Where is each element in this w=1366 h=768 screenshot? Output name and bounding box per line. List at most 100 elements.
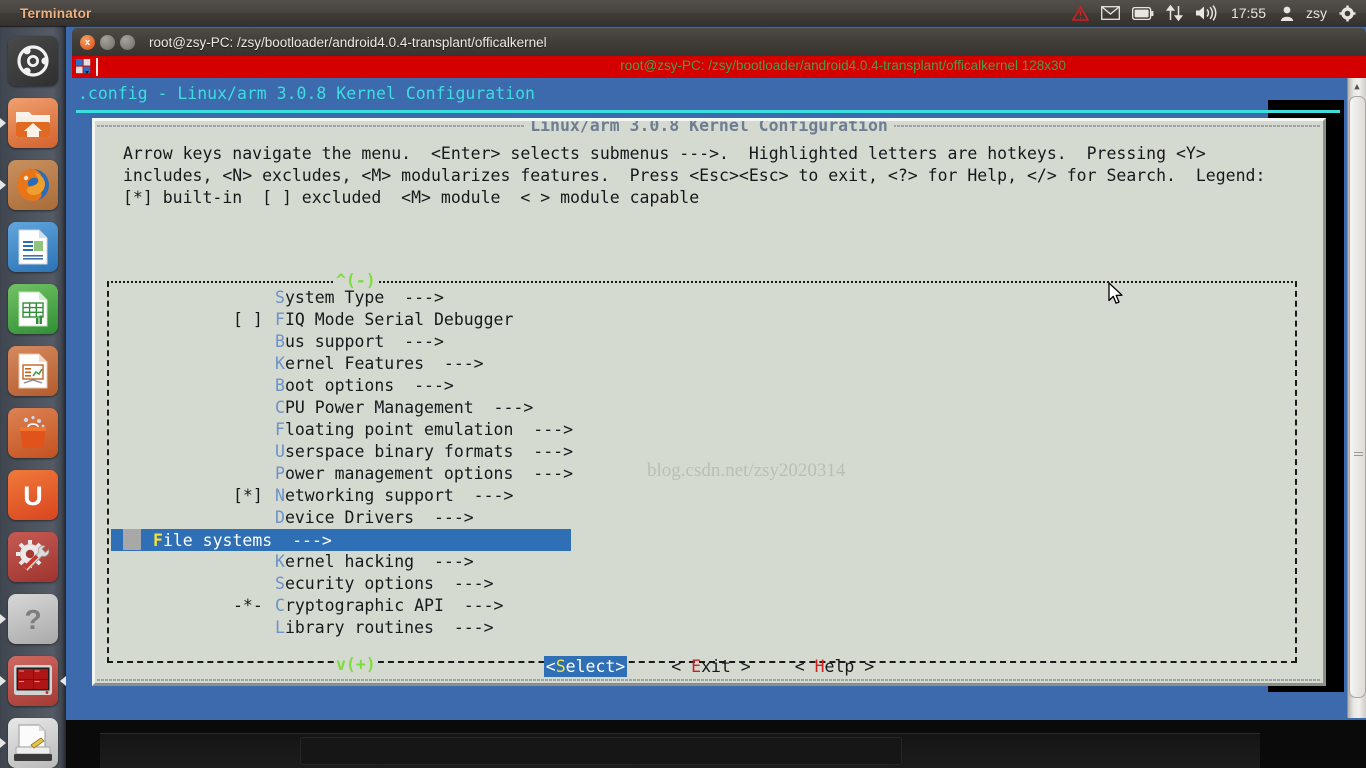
launcher-item-libreoffice-calc[interactable] bbox=[0, 278, 66, 340]
document-icon bbox=[8, 222, 58, 272]
username-label[interactable]: zsy bbox=[1306, 5, 1327, 21]
menu-item[interactable]: Floating point emulation ---> bbox=[111, 419, 1291, 441]
scrollbar-grip bbox=[1354, 452, 1363, 458]
menu-item-label: ryptographic API ---> bbox=[284, 596, 504, 615]
terminal-scrollbar[interactable]: ▲ bbox=[1347, 78, 1366, 718]
battery-icon[interactable] bbox=[1131, 3, 1154, 23]
menu-item[interactable]: Kernel Features ---> bbox=[111, 353, 1291, 375]
menu-item[interactable]: Library routines ---> bbox=[111, 617, 1291, 639]
menu-item-label: evice Drivers ---> bbox=[284, 508, 474, 527]
scrollbar-thumb[interactable] bbox=[1349, 96, 1366, 698]
terminal-tab-icon[interactable] bbox=[72, 59, 94, 75]
launcher-item-help[interactable]: ? bbox=[0, 588, 66, 650]
terminal-tab-label[interactable]: root@zsy-PC: /zsy/bootloader/android4.0.… bbox=[620, 58, 1066, 73]
firefox-icon bbox=[8, 160, 58, 210]
dialog-bottom-border bbox=[97, 679, 1321, 681]
dialog-buttons: <Select> < Exit > < Help > bbox=[95, 656, 1323, 677]
menu-item-hotkey: K bbox=[275, 354, 285, 373]
running-indicator bbox=[0, 676, 6, 686]
menu-item-hotkey: K bbox=[275, 552, 285, 571]
window-titlebar[interactable]: x root@zsy-PC: /zsy/bootloader/android4.… bbox=[72, 28, 1366, 56]
launcher-item-firefox[interactable] bbox=[0, 154, 66, 216]
menu-item[interactable]: Bus support ---> bbox=[111, 331, 1291, 353]
menu-item[interactable]: System Type ---> bbox=[111, 287, 1291, 309]
launcher-item-dash-home[interactable] bbox=[0, 30, 66, 92]
menu-item[interactable]: Kernel hacking ---> bbox=[111, 551, 1291, 573]
top-panel: Terminator 17:55 zsy bbox=[0, 0, 1366, 26]
close-button[interactable]: x bbox=[80, 34, 95, 50]
gear-wrench-icon bbox=[8, 532, 58, 582]
launcher-item-ubuntu-one[interactable]: U bbox=[0, 464, 66, 526]
menu-item-label: PU Power Management ---> bbox=[284, 398, 534, 417]
dialog-title: Linux/arm 3.0.8 Kernel Configuration bbox=[95, 121, 1323, 135]
menu-item-label: ower management options ---> bbox=[284, 464, 574, 483]
menu-item-label: IQ Mode Serial Debugger bbox=[284, 310, 514, 329]
button-hotkey: E bbox=[691, 657, 702, 676]
menu-item-label: oot options ---> bbox=[284, 376, 454, 395]
ime-toolbar[interactable] bbox=[100, 733, 1260, 768]
network-updown-icon[interactable] bbox=[1165, 3, 1183, 23]
maximize-button[interactable] bbox=[120, 34, 135, 50]
button-hotkey: H bbox=[814, 657, 825, 676]
menu-item[interactable]: [ ] FIQ Mode Serial Debugger bbox=[111, 309, 1291, 331]
menu-item-label: ibrary routines ---> bbox=[284, 618, 494, 637]
launcher-item-terminator[interactable] bbox=[0, 650, 66, 712]
menuconfig-help-text: Arrow keys navigate the menu. <Enter> se… bbox=[123, 144, 1266, 207]
gear-icon[interactable] bbox=[1339, 3, 1356, 23]
panel-app-title[interactable]: Terminator bbox=[20, 6, 92, 21]
menu-item[interactable]: Device Drivers ---> bbox=[111, 507, 1291, 529]
system-tray: 17:55 zsy bbox=[1071, 3, 1366, 23]
menu-item[interactable]: -*- Cryptographic API ---> bbox=[111, 595, 1291, 617]
menu-item-hotkey: B bbox=[275, 376, 285, 395]
menu-item[interactable]: CPU Power Management ---> bbox=[111, 397, 1291, 419]
clock[interactable]: 17:55 bbox=[1231, 5, 1266, 21]
scrollbar-up-arrow[interactable]: ▲ bbox=[1348, 78, 1366, 96]
menuconfig-header: .config - Linux/arm 3.0.8 Kernel Configu… bbox=[78, 84, 535, 103]
launcher-item-system-settings[interactable] bbox=[0, 526, 66, 588]
menu-item[interactable]: [*] Networking support ---> bbox=[111, 485, 1291, 507]
menu-item-label: ecurity options ---> bbox=[284, 574, 494, 593]
button-label: elp > bbox=[824, 657, 875, 676]
launcher-item-software-center[interactable] bbox=[0, 402, 66, 464]
button-prefix: < bbox=[545, 657, 556, 676]
launcher-item-home-folder[interactable] bbox=[0, 92, 66, 154]
menu-item[interactable]: Security options ---> bbox=[111, 573, 1291, 595]
ime-input-area[interactable] bbox=[300, 737, 902, 765]
menu-list-box: ^(-) System Type --->[ ] FIQ Mode Serial … bbox=[107, 271, 1297, 674]
menu-item-hotkey: S bbox=[275, 288, 285, 307]
user-icon[interactable] bbox=[1280, 3, 1294, 23]
help-button[interactable]: < Help > bbox=[795, 656, 874, 677]
bottom-strip bbox=[0, 720, 1366, 768]
terminal-body[interactable]: .config - Linux/arm 3.0.8 Kernel Configu… bbox=[72, 78, 1366, 718]
minimize-button[interactable] bbox=[100, 34, 115, 50]
svg-text:?: ? bbox=[24, 604, 41, 635]
tab-separator bbox=[96, 58, 98, 76]
menu-item-label: ernel hacking ---> bbox=[284, 552, 474, 571]
exit-button[interactable]: < Exit > bbox=[671, 656, 750, 677]
menu-item-hotkey: C bbox=[275, 596, 285, 615]
unity-launcher: U ? bbox=[0, 26, 66, 768]
running-indicator bbox=[0, 614, 6, 624]
launcher-item-libreoffice-writer[interactable] bbox=[0, 216, 66, 278]
menuconfig-header-rule bbox=[76, 110, 1340, 113]
menu-list[interactable]: System Type --->[ ] FIQ Mode Serial Debug… bbox=[111, 287, 1291, 639]
menu-item[interactable]: Userspace binary formats ---> bbox=[111, 441, 1291, 463]
terminal-tabbar: root@zsy-PC: /zsy/bootloader/android4.0.… bbox=[72, 56, 1366, 78]
warning-triangle-icon[interactable] bbox=[1071, 3, 1089, 23]
select-button[interactable]: <Select> bbox=[543, 656, 628, 677]
menu-item-hotkey: F bbox=[275, 420, 285, 439]
selection-cursor-block bbox=[123, 529, 141, 550]
menu-item-label: serspace binary formats ---> bbox=[284, 442, 574, 461]
menu-item[interactable]: File systems ---> bbox=[111, 529, 571, 551]
terminal-icon bbox=[8, 656, 58, 706]
launcher-item-libreoffice-impress[interactable] bbox=[0, 340, 66, 402]
volume-icon[interactable] bbox=[1195, 3, 1217, 23]
menu-item[interactable]: Power management options ---> bbox=[111, 463, 1291, 485]
menu-item-label: us support ---> bbox=[284, 332, 444, 351]
terminator-window: x root@zsy-PC: /zsy/bootloader/android4.… bbox=[72, 28, 1366, 718]
envelope-icon[interactable] bbox=[1101, 3, 1120, 23]
menu-item[interactable]: Boot options ---> bbox=[111, 375, 1291, 397]
menu-item-hotkey: P bbox=[275, 464, 285, 483]
launcher-item-files[interactable] bbox=[0, 712, 66, 768]
question-mark-icon: ? bbox=[8, 594, 58, 644]
